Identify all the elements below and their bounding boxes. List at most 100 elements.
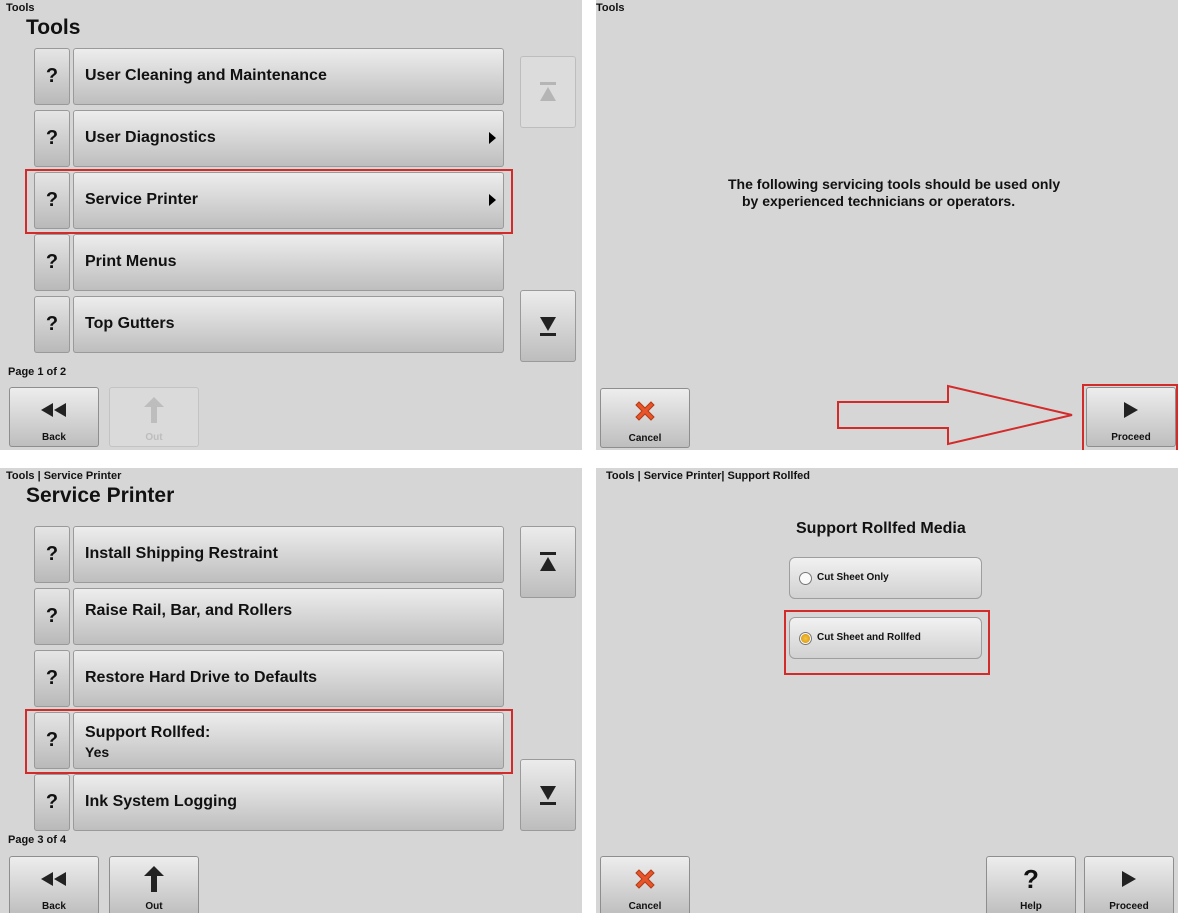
help-button[interactable]: ?: [34, 774, 70, 831]
panel-tools-menu: Tools Tools ? User Cleaning and Maintena…: [0, 0, 582, 450]
proceed-play-icon: [1084, 864, 1174, 894]
menu-item-label: Print Menus: [85, 253, 177, 270]
menu-row: ? Top Gutters: [22, 295, 504, 354]
breadcrumb: Tools: [6, 2, 35, 14]
back-button[interactable]: Back: [9, 387, 99, 447]
menu-item-user-cleaning[interactable]: User Cleaning and Maintenance: [73, 48, 504, 105]
proceed-play-icon: [1086, 395, 1176, 425]
menu-item-label: User Cleaning and Maintenance: [85, 67, 327, 84]
cancel-label: Cancel: [628, 433, 662, 444]
menu-item-label: Raise Rail, Bar, and Rollers: [85, 602, 293, 619]
scroll-down-button[interactable]: [520, 759, 576, 831]
cancel-button[interactable]: Cancel: [600, 856, 690, 913]
help-button[interactable]: ?: [34, 48, 70, 105]
radio-option-cut-sheet-and-rollfed[interactable]: Cut Sheet and Rollfed: [789, 617, 982, 659]
scroll-top-icon: [540, 552, 556, 571]
menu-item-top-gutters[interactable]: Top Gutters: [73, 296, 504, 353]
breadcrumb: Tools: [596, 2, 625, 14]
panel-tools-warning: Tools The following servicing tools shou…: [596, 0, 1178, 450]
radio-button: [799, 572, 812, 585]
out-button[interactable]: Out: [109, 856, 199, 913]
back-icon: [9, 864, 99, 894]
menu-item-raise-rail[interactable]: Raise Rail, Bar, and Rollers: [73, 588, 504, 645]
panel-service-printer: Tools | Service Printer Service Printer …: [0, 468, 582, 913]
menu-row: ? Raise Rail, Bar, and Rollers: [22, 587, 504, 646]
help-button[interactable]: ?: [34, 296, 70, 353]
proceed-button[interactable]: Proceed: [1084, 856, 1174, 913]
page-title: Tools: [26, 16, 81, 39]
help-button[interactable]: ?: [34, 588, 70, 645]
page-indicator: Page 1 of 2: [8, 366, 67, 378]
menu-item-restore-hard-drive[interactable]: Restore Hard Drive to Defaults: [73, 650, 504, 707]
radio-button-selected: [799, 632, 812, 645]
warning-line-1: The following servicing tools should be …: [728, 176, 1061, 192]
options-title: Support Rollfed Media: [796, 520, 966, 537]
menu-item-label: User Diagnostics: [85, 129, 216, 146]
warning-message: The following servicing tools should be …: [728, 176, 1088, 210]
cancel-x-icon: [600, 864, 690, 894]
proceed-button[interactable]: Proceed: [1086, 387, 1176, 447]
scroll-down-button[interactable]: [520, 290, 576, 362]
help-button[interactable]: ?: [34, 650, 70, 707]
scroll-top-button[interactable]: [520, 526, 576, 598]
menu-row: ? Ink System Logging: [22, 773, 504, 832]
back-label: Back: [42, 901, 66, 912]
back-icon: [9, 395, 99, 425]
menu-item-label: Install Shipping Restraint: [85, 545, 278, 562]
help-button[interactable]: ?: [34, 526, 70, 583]
menu-item-install-shipping-restraint[interactable]: Install Shipping Restraint: [73, 526, 504, 583]
back-label: Back: [42, 432, 66, 443]
scroll-bottom-icon: [540, 786, 556, 805]
submenu-arrow-icon: [489, 132, 496, 144]
radio-option-cut-sheet-only[interactable]: Cut Sheet Only: [789, 557, 982, 599]
menu-item-user-diagnostics[interactable]: User Diagnostics: [73, 110, 504, 167]
out-arrow-icon: [109, 395, 199, 425]
menu-row: ? Print Menus: [22, 233, 504, 292]
menu-item-value: Yes: [85, 744, 110, 760]
out-button[interactable]: Out: [109, 387, 199, 447]
menu-item-label: Service Printer: [85, 191, 198, 208]
menu-item-label: Ink System Logging: [85, 793, 238, 810]
panel-support-rollfed: Tools | Service Printer| Support Rollfed…: [596, 468, 1178, 913]
menu-list: ? Install Shipping Restraint ? Raise Rai…: [22, 525, 513, 835]
pointer-arrow-annotation: [837, 384, 1073, 446]
submenu-arrow-icon: [489, 194, 496, 206]
radio-label: Cut Sheet and Rollfed: [817, 632, 921, 643]
proceed-label: Proceed: [1109, 901, 1149, 912]
scroll-bottom-icon: [540, 317, 556, 336]
scroll-top-icon: [540, 82, 556, 101]
out-label: Out: [145, 901, 163, 912]
breadcrumb: Tools | Service Printer| Support Rollfed: [606, 470, 810, 482]
help-button[interactable]: ?: [34, 110, 70, 167]
menu-list: ? User Cleaning and Maintenance ? User D…: [22, 47, 513, 357]
back-button[interactable]: Back: [9, 856, 99, 913]
menu-item-label: Restore Hard Drive to Defaults: [85, 669, 318, 686]
menu-item-label: Top Gutters: [85, 315, 175, 332]
out-arrow-icon: [109, 864, 199, 894]
menu-item-service-printer[interactable]: Service Printer: [73, 172, 504, 229]
help-label: Help: [1020, 901, 1042, 912]
page-indicator: Page 3 of 4: [8, 834, 67, 846]
menu-item-support-rollfed[interactable]: Support Rollfed: Yes: [73, 712, 504, 769]
help-button[interactable]: ?: [34, 712, 70, 769]
menu-row: ? Install Shipping Restraint: [22, 525, 504, 584]
breadcrumb: Tools | Service Printer: [6, 470, 122, 482]
scroll-top-button[interactable]: [520, 56, 576, 128]
menu-item-label: Support Rollfed:: [85, 724, 211, 741]
menu-item-ink-system-logging[interactable]: Ink System Logging: [73, 774, 504, 831]
menu-row: ? User Diagnostics: [22, 109, 504, 168]
cancel-x-icon: [600, 396, 690, 426]
help-button[interactable]: ?: [34, 172, 70, 229]
menu-row: ? User Cleaning and Maintenance: [22, 47, 504, 106]
page-title: Service Printer: [26, 484, 175, 507]
menu-row: ? Service Printer: [22, 169, 513, 234]
out-label: Out: [145, 432, 163, 443]
help-button[interactable]: ? Help: [986, 856, 1076, 913]
help-button[interactable]: ?: [34, 234, 70, 291]
radio-label: Cut Sheet Only: [817, 572, 889, 583]
warning-line-2: by experienced technicians or operators.: [742, 193, 1016, 209]
menu-row: ? Support Rollfed: Yes: [22, 709, 513, 774]
menu-item-print-menus[interactable]: Print Menus: [73, 234, 504, 291]
cancel-button[interactable]: Cancel: [600, 388, 690, 448]
proceed-label: Proceed: [1111, 432, 1151, 443]
